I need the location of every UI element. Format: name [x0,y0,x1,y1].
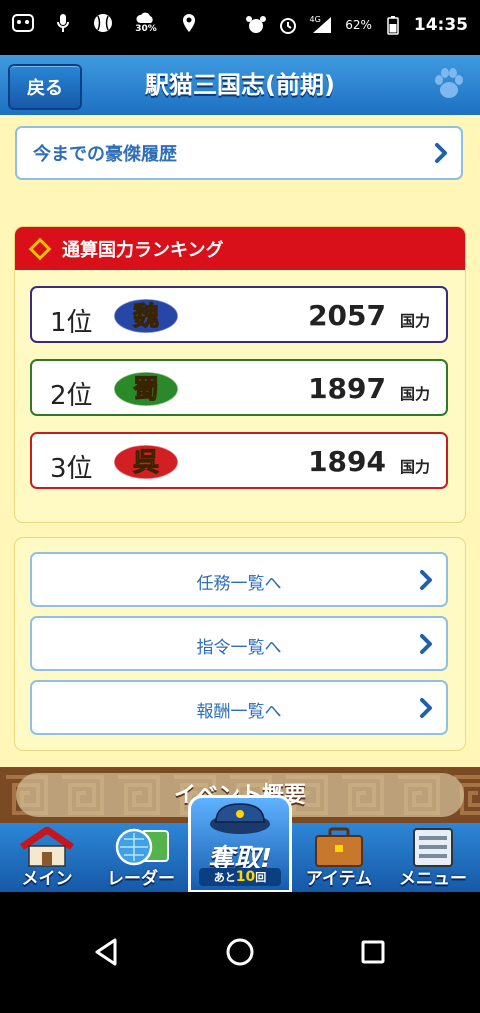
orders-list-button[interactable]: 指令一覧へ [30,616,448,671]
hero-history-label: 今までの豪傑履歴 [33,144,177,165]
faction-name: 魏 [132,302,159,332]
missions-list-label: 任務一覧へ [196,574,282,594]
missions-list-button[interactable]: 任務一覧へ [30,552,448,607]
page-title: 駅猫三国志(前期) [145,71,335,99]
battery-percent: 62% [345,18,372,32]
radar-icon [115,828,169,866]
weather-text: 30% [135,24,157,34]
rank-position: 1位 [50,308,93,338]
chevron-right-icon [420,633,432,654]
network-text: 4G [309,14,321,24]
pet-icon [245,14,267,36]
diamond-icon [28,237,52,260]
rank-score: 1897 [308,372,386,405]
faction-name: 呉 [133,448,159,478]
rank-position: 2位 [50,381,93,411]
paw-icon[interactable] [430,65,468,103]
app-notification-icon [12,12,34,34]
rank-unit: 国力 [399,312,430,330]
system-nav-bar [0,892,480,1013]
clock: 14:35 [413,15,468,35]
nav-menu[interactable]: メニュー [386,823,480,892]
steal-count: 10 [235,869,256,885]
bottom-nav: メイン レーダー 奪取! あと10回 アイテム メニュー [0,795,480,892]
nav-radar-label: レーダー [107,869,175,889]
ranking-row-shu: 2位 蜀 1897 国力 [30,359,448,416]
ranking-row-wu: 3位 呉 1894 国力 [30,432,448,489]
steal-remaining: あと10回 [199,868,281,886]
home-icon [20,827,74,867]
app-screen: 戻る 駅猫三国志(前期) 今までの豪傑履歴 通算国力ランキング 1位 魏 205… [0,55,480,892]
rank-score: 1894 [308,445,386,478]
back-triangle-icon[interactable] [85,930,129,974]
orders-list-label: 指令一覧へ [196,638,282,658]
app-header: 戻る 駅猫三国志(前期) [0,55,480,115]
nav-radar[interactable]: レーダー [94,823,188,892]
alarm-icon [277,14,299,36]
location-icon [178,12,200,34]
rank-unit: 国力 [399,458,430,476]
microphone-icon [52,12,74,34]
rewards-list-label: 報酬一覧へ [196,702,282,722]
nav-main[interactable]: メイン [0,823,94,892]
nav-main-label: メイン [21,869,73,889]
history-section: 今までの豪傑履歴 [0,115,480,211]
steal-suffix: 回 [255,871,267,884]
baseball-icon [92,12,114,34]
steal-button[interactable]: 奪取! あと10回 [188,795,292,892]
rank-position: 3位 [50,454,93,484]
faction-name: 蜀 [133,375,159,405]
briefcase-icon [315,827,363,867]
status-bar: 30% 4G 62% 14:35 [0,0,480,55]
links-panel: 任務一覧へ 指令一覧へ 報酬一覧へ [15,538,465,750]
ranking-row-wei: 1位 魏 2057 国力 [30,286,448,343]
recents-square-icon[interactable] [351,930,395,974]
menu-icon [413,828,453,867]
faction-emblem-icon: 蜀 [113,371,179,407]
home-circle-icon[interactable] [218,930,262,974]
rank-unit: 国力 [399,385,430,403]
rank-score: 2057 [308,299,386,332]
nav-items-label: アイテム [305,869,373,889]
chevron-right-icon [435,143,447,163]
nav-menu-label: メニュー [399,869,467,889]
chevron-right-icon [420,697,432,718]
steal-prefix: あと [213,871,236,884]
chevron-right-icon [420,569,432,590]
station-cap-icon [210,803,270,834]
nav-items[interactable]: アイテム [292,823,386,892]
battery-icon [382,14,404,36]
faction-emblem-icon: 魏 [113,298,179,334]
rewards-list-button[interactable]: 報酬一覧へ [30,680,448,735]
back-button[interactable]: 戻る [8,64,82,110]
weather-icon: 30% [132,12,160,34]
signal-icon: 4G [309,14,335,36]
hero-history-button[interactable]: 今までの豪傑履歴 [15,126,463,180]
faction-emblem-icon: 呉 [113,444,179,480]
ranking-title: 通算国力ランキング [62,239,224,261]
ranking-panel: 通算国力ランキング 1位 魏 2057 国力 2位 蜀 1897 国力 3位 呉… [15,227,465,522]
ranking-header: 通算国力ランキング [15,227,465,270]
